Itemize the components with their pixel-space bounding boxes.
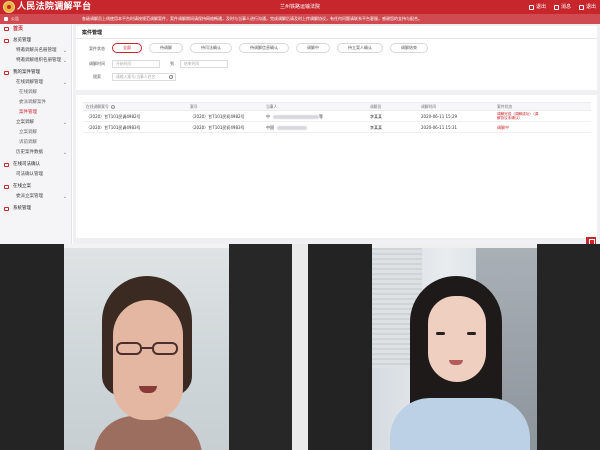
cell-mediation-time: 2020-06-11 15:29 <box>421 114 458 119</box>
sidebar-group-online-filing[interactable]: 在线立案 <box>0 182 71 192</box>
chevron-down-icon: ⌄ <box>62 194 67 200</box>
cell-case-no: （2020）甘7101民初4983号 <box>190 125 245 130</box>
participant-video-feed <box>372 248 537 450</box>
filter-pending-filer-confirm[interactable]: 待立案人确认 <box>337 43 383 53</box>
chevron-down-icon: ⌄ <box>62 48 67 54</box>
cell-party: 中等 <box>266 114 323 119</box>
sidebar-item-delegated-cases[interactable]: 委派调解案件 <box>0 98 71 108</box>
cell-mediation-time: 2020-06-11 15:31 <box>421 125 458 130</box>
status-filter-label: 案件状态 <box>89 46 105 51</box>
sidebar-item-online-mediation[interactable]: 在线调解管理 ⌄ <box>0 78 71 88</box>
filter-all[interactable]: 全部 <box>112 43 142 53</box>
sidebar-item-filing-mediation-sub[interactable]: 立案调解 <box>0 128 71 138</box>
sidebar-group-my-cases[interactable]: 我的案件管理 <box>0 68 71 78</box>
cell-online-case-no[interactable]: （2020）甘7101民调4982号 <box>86 111 186 122</box>
info-icon[interactable] <box>110 105 115 109</box>
date-to-label: 到 <box>170 61 174 66</box>
bell-icon <box>553 4 559 10</box>
gear-icon <box>4 207 9 211</box>
table-header: 在线调解案号 案号 当事人 调解员 调解时间 案件状态 <box>83 102 591 111</box>
date-start-input[interactable]: 开始时间 <box>112 60 160 68</box>
app-root: 人民法院调解平台 兰州铁路运输法院 退出 消息 退出 公告 各级调解员上线使用本… <box>0 0 600 450</box>
video-tile-participant-2[interactable] <box>308 244 600 450</box>
filter-pending-judicial-confirm[interactable]: 待司法确认 <box>190 43 232 53</box>
power-icon <box>578 4 584 10</box>
case-panel: 案件管理 案件状态 全部 待调解 待司法确认 待调解信息确认 调解中 待立案人确… <box>76 26 597 238</box>
sidebar-group-system[interactable]: 系统管理 <box>0 204 71 214</box>
sidebar-group-overview[interactable]: 总览管理 <box>0 36 71 46</box>
chevron-down-icon: ⌄ <box>62 120 67 126</box>
cell-case-status: 调解完成（调解成功）（调 解协议未确认） <box>497 112 539 120</box>
header-actions: 退出 消息 退出 <box>528 3 596 11</box>
participant-video-feed <box>64 248 229 450</box>
sidebar-group-judicial-confirm[interactable]: 在线司法确认 <box>0 160 71 170</box>
user-icon <box>528 4 534 10</box>
table-row[interactable]: （2020）甘7101民调4983号 （2020）甘7101民初4983号 中国… <box>83 122 591 133</box>
filter-pending-mediation[interactable]: 待调解 <box>149 43 183 53</box>
date-end-input[interactable]: 结束时间 <box>180 60 228 68</box>
logout-button[interactable]: 退出 <box>528 3 546 11</box>
col-case-status: 案件状态 <box>497 104 513 109</box>
chevron-down-icon: ⌄ <box>62 150 67 156</box>
chevron-down-icon: ⌄ <box>62 58 67 64</box>
cell-party: 中国 <box>266 122 370 133</box>
sidebar-item-home[interactable]: 首页 <box>0 24 71 34</box>
exit-button[interactable]: 退出 <box>578 3 596 11</box>
speaker-icon <box>4 17 8 21</box>
gavel-icon <box>4 163 9 167</box>
video-conference-area <box>0 244 600 450</box>
redacted-text <box>273 115 319 119</box>
chevron-down-icon: ⌄ <box>62 80 67 86</box>
table-row[interactable]: （2020）甘7101民调4982号 （2020）甘7101民初4982号 中等… <box>83 111 591 122</box>
cell-mediator: 李某某 <box>370 125 382 130</box>
sidebar-item-org-roster[interactable]: 特邀调解组织名册管理 ⌄ <box>0 56 71 66</box>
sidebar-item-judicial-confirm-mgmt[interactable]: 司法确认管理 <box>0 170 71 180</box>
col-case-no: 案号 <box>190 104 198 109</box>
sidebar-item-history-data[interactable]: 历史案件数据 ⌄ <box>0 148 71 158</box>
redacted-text <box>277 126 307 130</box>
video-tile-participant-1[interactable] <box>0 244 292 450</box>
date-filter-label: 调解时间 <box>89 61 105 66</box>
col-online-case-no: 在线调解案号 <box>86 103 186 111</box>
filter-in-mediation[interactable]: 调解中 <box>296 43 330 53</box>
col-mediator: 调解员 <box>370 104 382 109</box>
col-mediation-time: 调解时间 <box>421 104 437 109</box>
status-filter-group: 全部 待调解 待司法确认 待调解信息确认 调解中 待立案人确认 调解结束 <box>112 43 428 53</box>
sidebar-item-case-management[interactable]: 案件管理 <box>0 108 71 118</box>
page-title: 案件管理 <box>82 30 103 36</box>
glasses-shape <box>116 342 180 356</box>
home-icon <box>4 27 9 31</box>
cell-mediator: 李某某 <box>370 114 382 119</box>
search-input[interactable]: 请输入案号/当事人姓名 <box>112 73 176 81</box>
sidebar-item-delegated-filing[interactable]: 委派立案管理 ⌄ <box>0 192 71 202</box>
filter-pending-info-confirm[interactable]: 待调解信息确认 <box>239 43 289 53</box>
court-name: 兰州铁路运输法院 <box>279 4 320 10</box>
col-party: 当事人 <box>266 104 278 109</box>
document-icon <box>4 185 9 189</box>
top-header: 人民法院调解平台 兰州铁路运输法院 退出 消息 退出 <box>0 0 600 14</box>
notice-text: 各级调解员上线使用本平台时请按规范调解案件，案件调解期间请保持网络畅通，及时与当… <box>82 16 422 21</box>
cell-case-status: 调解中 <box>497 125 509 130</box>
sidebar: 首页 总览管理 特邀调解员名册管理 ⌄ 特邀调解组织名册管理 ⌄ 我的案件管理 在线… <box>0 24 72 244</box>
cell-online-case-no[interactable]: （2020）甘7101民调4983号 <box>86 122 186 133</box>
filter-mediation-ended[interactable]: 调解结束 <box>390 43 428 53</box>
sidebar-item-mediator-roster[interactable]: 特邀调解员名册管理 ⌄ <box>0 46 71 56</box>
notice-bar: 公告 各级调解员上线使用本平台时请按规范调解案件，案件调解期间请保持网络畅通，及… <box>0 14 600 24</box>
case-table: 在线调解案号 案号 当事人 调解员 调解时间 案件状态 （2020）甘7101民… <box>83 102 591 133</box>
sidebar-item-pre-litigation[interactable]: 诉前调解 <box>0 138 71 148</box>
folder-icon <box>4 71 9 75</box>
search-icon[interactable] <box>169 75 173 79</box>
sidebar-item-filing-mediation[interactable]: 立案调解 ⌄ <box>0 118 71 128</box>
cell-case-no: （2020）甘7101民初4982号 <box>190 114 245 119</box>
notice-label: 公告 <box>11 16 19 21</box>
search-label: 搜索 <box>93 74 101 79</box>
main-content: 案件管理 案件状态 全部 待调解 待司法确认 待调解信息确认 调解中 待立案人确… <box>73 24 600 244</box>
messages-button[interactable]: 消息 <box>553 3 571 11</box>
sidebar-item-online-mediation-sub[interactable]: 在线调解 <box>0 88 71 98</box>
grid-icon <box>4 39 9 43</box>
